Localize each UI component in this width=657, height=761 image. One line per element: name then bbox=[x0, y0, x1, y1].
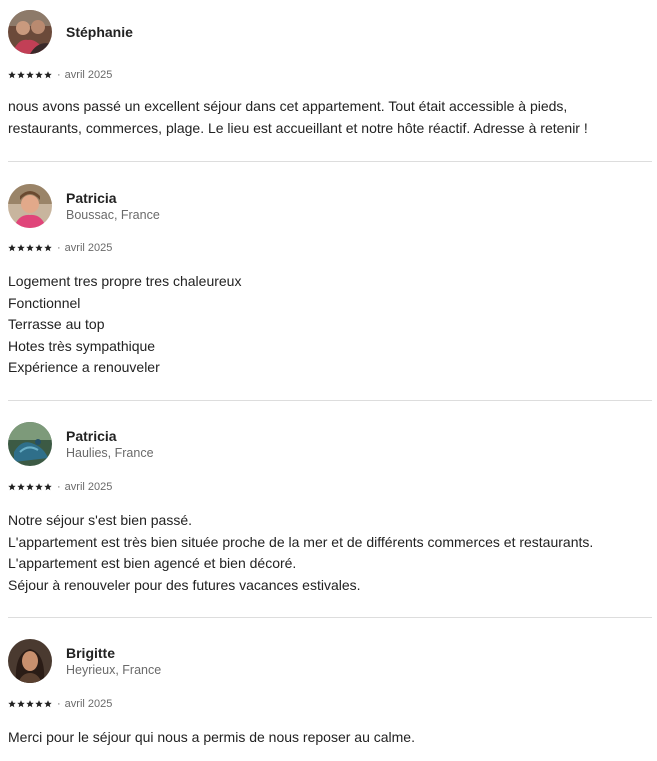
star-rating bbox=[8, 480, 53, 494]
star-icon bbox=[44, 483, 52, 491]
review-text-line: Notre séjour s'est bien passé. bbox=[8, 512, 192, 528]
reviewer-location: Heyrieux, France bbox=[66, 663, 162, 677]
star-icon bbox=[8, 244, 16, 252]
review-date: avril 2025 bbox=[64, 698, 113, 710]
review-text-line: Expérience a renouveler bbox=[8, 359, 160, 375]
review-text: nous avons passé un excellent séjour dan… bbox=[8, 96, 648, 139]
review-header: Patricia Boussac, France bbox=[8, 184, 652, 228]
reviews-list: Stéphanie · avril 2025 nous avons passé u… bbox=[0, 0, 657, 761]
review-item: Brigitte Heyrieux, France · avril 2025 Me… bbox=[8, 639, 652, 745]
star-rating bbox=[8, 241, 53, 255]
star-icon bbox=[26, 700, 34, 708]
review-meta: · avril 2025 bbox=[8, 697, 112, 711]
star-icon bbox=[17, 700, 25, 708]
review-meta: · avril 2025 bbox=[8, 480, 112, 494]
review-text: Merci pour le séjour qui nous a permis d… bbox=[8, 727, 648, 749]
star-icon bbox=[44, 244, 52, 252]
review-text: Notre séjour s'est bien passé. L'apparte… bbox=[8, 510, 648, 596]
star-icon bbox=[35, 700, 43, 708]
reviewer-location: Boussac, France bbox=[66, 208, 160, 222]
review-date: avril 2025 bbox=[64, 242, 113, 254]
review-text-line: Séjour à renouveler pour des futures vac… bbox=[8, 576, 361, 593]
meta-separator: · bbox=[57, 481, 61, 493]
review-header: Stéphanie bbox=[8, 10, 652, 54]
review-text-line: Terrasse au top bbox=[8, 316, 105, 332]
divider bbox=[8, 617, 652, 618]
star-icon bbox=[44, 71, 52, 79]
avatar[interactable] bbox=[8, 184, 52, 228]
star-icon bbox=[17, 483, 25, 491]
star-icon bbox=[17, 244, 25, 252]
meta-separator: · bbox=[57, 242, 61, 254]
meta-separator: · bbox=[57, 698, 61, 710]
reviewer-name: Stéphanie bbox=[66, 24, 133, 40]
reviewer-name: Patricia bbox=[66, 428, 117, 444]
star-icon bbox=[17, 71, 25, 79]
review-text-line: Hotes très sympathique bbox=[8, 337, 156, 354]
review-text-line: L'appartement est très bien située proch… bbox=[8, 533, 594, 550]
star-icon bbox=[35, 483, 43, 491]
review-item: Patricia Haulies, France · avril 2025 Not… bbox=[8, 422, 652, 593]
review-date: avril 2025 bbox=[64, 481, 113, 493]
review-meta: · avril 2025 bbox=[8, 241, 112, 255]
star-icon bbox=[8, 483, 16, 491]
avatar[interactable] bbox=[8, 10, 52, 54]
star-icon bbox=[26, 244, 34, 252]
review-text-line: nous avons passé un excellent séjour dan… bbox=[8, 98, 568, 114]
review-date: avril 2025 bbox=[64, 69, 113, 81]
reviewer-name: Patricia bbox=[66, 190, 117, 206]
reviewer-name: Brigitte bbox=[66, 645, 115, 661]
review-text-line: Logement tres propre tres chaleureux bbox=[8, 273, 242, 289]
star-icon bbox=[26, 71, 34, 79]
reviewer-location: Haulies, France bbox=[66, 446, 154, 460]
review-item: Stéphanie · avril 2025 nous avons passé u… bbox=[8, 10, 652, 136]
review-header: Patricia Haulies, France bbox=[8, 422, 652, 466]
review-text-line: Fonctionnel bbox=[8, 294, 81, 311]
review-text-line: Merci pour le séjour qui nous a permis d… bbox=[8, 729, 415, 745]
avatar[interactable] bbox=[8, 422, 52, 466]
review-header: Brigitte Heyrieux, France bbox=[8, 639, 652, 683]
star-icon bbox=[8, 700, 16, 708]
star-icon bbox=[35, 244, 43, 252]
star-icon bbox=[35, 71, 43, 79]
review-text-line: L'appartement est bien agencé et bien dé… bbox=[8, 555, 297, 571]
review-meta: · avril 2025 bbox=[8, 68, 112, 82]
review-text: Logement tres propre tres chaleureux Fon… bbox=[8, 271, 648, 379]
avatar[interactable] bbox=[8, 639, 52, 683]
meta-separator: · bbox=[57, 69, 61, 81]
star-rating bbox=[8, 697, 53, 711]
divider bbox=[8, 161, 652, 162]
star-icon bbox=[26, 483, 34, 491]
star-rating bbox=[8, 68, 53, 82]
star-icon bbox=[44, 700, 52, 708]
review-text-line: restaurants, commerces, plage. Le lieu e… bbox=[8, 119, 588, 136]
review-item: Patricia Boussac, France · avril 2025 Log… bbox=[8, 184, 652, 375]
divider bbox=[8, 400, 652, 401]
star-icon bbox=[8, 71, 16, 79]
